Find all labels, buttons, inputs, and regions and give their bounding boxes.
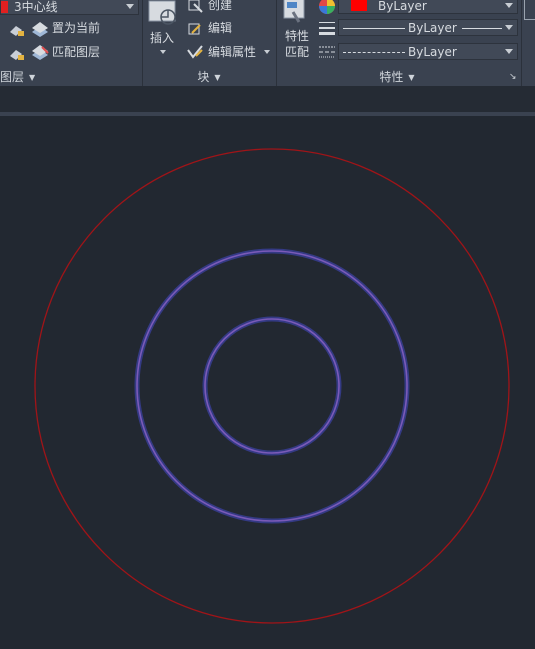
next-panel-edge[interactable] (524, 0, 535, 20)
color-dropdown[interactable]: ByLayer (338, 0, 518, 14)
match-layer-button[interactable]: 匹配图层 (52, 42, 100, 62)
edit-block-button[interactable]: 编辑 (208, 18, 232, 38)
match-properties-label-1: 特性 (285, 29, 310, 43)
create-block-icon[interactable] (186, 0, 204, 17)
outer-circle[interactable] (34, 148, 510, 624)
lineweight-preview (343, 28, 405, 29)
drawing-canvas[interactable] (0, 116, 535, 646)
linetype-icon[interactable] (319, 44, 335, 63)
edit-attributes-icon[interactable] (186, 44, 204, 63)
ribbon-gap (0, 86, 535, 112)
caret-down-icon: ▼ (29, 73, 36, 82)
color-value: ByLayer (378, 0, 427, 13)
insert-dropdown[interactable] (160, 42, 166, 62)
edit-block-icon[interactable] (186, 21, 204, 40)
lineweight-icon[interactable] (319, 20, 335, 39)
layer-lock-icon[interactable] (8, 22, 26, 41)
layer-dropdown[interactable]: 3中心线 (0, 0, 139, 15)
match-layer-label: 匹配图层 (52, 45, 101, 59)
panel-launcher-icon[interactable]: ↘ (509, 72, 517, 82)
match-properties-icon[interactable] (283, 0, 307, 29)
edit-label: 编辑 (208, 21, 233, 35)
panel-separator (521, 0, 522, 86)
lineweight-value: ByLayer (408, 21, 457, 35)
create-block-button[interactable]: 创建 (208, 0, 232, 15)
middle-circle-glow (134, 248, 410, 524)
match-properties-button[interactable]: 特性 匹配 (285, 28, 310, 59)
caret-down-icon: ▼ (214, 73, 221, 82)
lineweight-dropdown[interactable]: ByLayer (338, 19, 518, 36)
match-properties-label-2: 匹配 (285, 45, 310, 59)
lineweight-preview-tail (462, 28, 502, 29)
set-current-icon[interactable] (30, 20, 50, 41)
layer-unlock-icon[interactable] (8, 46, 26, 65)
set-current-label: 置为当前 (52, 21, 101, 35)
chevron-down-icon (505, 3, 513, 8)
chevron-down-icon (160, 50, 166, 54)
create-label: 创建 (208, 0, 233, 12)
chevron-down-icon (126, 4, 134, 9)
chevron-down-icon (263, 50, 270, 54)
match-layer-icon[interactable] (30, 43, 50, 64)
set-current-button[interactable]: 置为当前 (52, 18, 100, 38)
layer-color-swatch (1, 1, 8, 13)
color-swatch (351, 0, 367, 11)
layers-panel-title[interactable]: 图层 ▼ (0, 68, 40, 86)
properties-panel-title[interactable]: 特性 ▼ (277, 68, 517, 86)
layer-name: 3中心线 (14, 0, 58, 14)
chevron-down-icon (505, 49, 513, 54)
edit-attributes-button[interactable]: 编辑属性 (208, 42, 270, 62)
block-panel-title[interactable]: 块 ▼ (143, 68, 275, 86)
drawing-svg (34, 148, 510, 624)
caret-down-icon: ▼ (408, 73, 415, 82)
chevron-down-icon (505, 25, 513, 30)
inner-circle[interactable] (204, 318, 340, 454)
linetype-value: ByLayer (408, 45, 457, 59)
color-wheel-icon[interactable] (318, 0, 336, 18)
ribbon: 3中心线 置为当前 匹配图层 图层 ▼ 插入 创建 编辑 编辑属性 块 ▼ 特性… (0, 0, 535, 87)
linetype-dropdown[interactable]: ByLayer (338, 43, 518, 60)
insert-block-icon[interactable] (148, 0, 178, 29)
edit-attributes-label: 编辑属性 (208, 45, 257, 59)
linetype-preview (343, 52, 405, 53)
